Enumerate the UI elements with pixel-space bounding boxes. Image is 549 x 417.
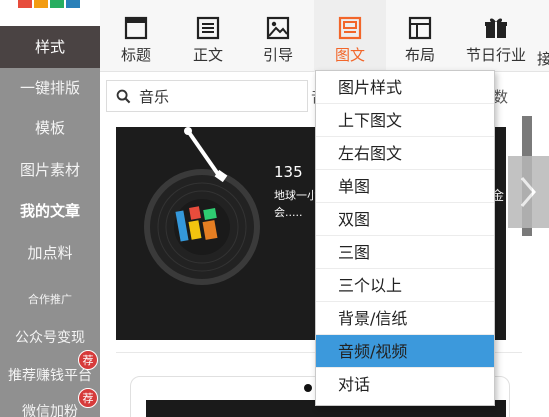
tab-label: 标题 <box>120 46 151 64</box>
tab-text[interactable]: 正文 <box>172 0 244 72</box>
search-box[interactable] <box>106 80 308 112</box>
search-input[interactable] <box>139 85 299 107</box>
tab-label: 正文 <box>192 46 223 64</box>
sidebar-item-cooperation[interactable]: 合作推广 <box>0 280 100 320</box>
tab-layout[interactable]: 布局 <box>384 0 456 72</box>
card-title: 135 <box>274 163 303 181</box>
tab-title[interactable]: 标题 <box>100 0 172 72</box>
image-guide-icon <box>266 16 290 40</box>
text-icon <box>196 16 220 40</box>
next-button[interactable] <box>508 156 549 228</box>
menu-item-dialogue[interactable]: 对话 <box>316 368 494 401</box>
menu-item-single-image[interactable]: 单图 <box>316 170 494 203</box>
sidebar-item-templates[interactable]: 模板 <box>0 108 100 148</box>
tab-label-cut[interactable]: 接 <box>537 48 549 69</box>
filter-label-cut: 数 <box>493 88 509 106</box>
top-toolbar: 标题 正文 引导 图文 布局 节日行业 <box>100 0 549 72</box>
menu-item-top-bottom[interactable]: 上下图文 <box>316 104 494 137</box>
left-sidebar: 样式 一键排版 模板 图片素材 我的文章 加点料 合作推广 公众号变现 推荐赚钱… <box>0 0 100 417</box>
gift-icon <box>485 18 507 38</box>
logo-block <box>34 0 48 8</box>
logo-block <box>18 0 32 8</box>
sidebar-item-image-assets[interactable]: 图片素材 <box>0 150 100 190</box>
recommend-badge: 荐 <box>78 350 98 370</box>
menu-item-more-than-three[interactable]: 三个以上 <box>316 269 494 302</box>
tab-label: 布局 <box>404 46 435 64</box>
search-icon <box>116 89 131 104</box>
menu-item-left-right[interactable]: 左右图文 <box>316 137 494 170</box>
chevron-right-icon <box>520 177 536 207</box>
image-text-icon <box>338 16 362 40</box>
tab-image-text[interactable]: 图文 <box>314 0 386 72</box>
sidebar-item-style[interactable]: 样式 <box>0 26 100 68</box>
logo-block <box>66 0 80 8</box>
menu-item-image-style[interactable]: 图片样式 <box>316 71 494 104</box>
menu-item-triple-image[interactable]: 三图 <box>316 236 494 269</box>
vinyl-record-icon <box>144 127 260 285</box>
card-dot <box>304 384 312 392</box>
layout-icon <box>408 16 432 40</box>
sidebar-item-my-articles[interactable]: 我的文章 <box>0 191 100 231</box>
menu-item-double-image[interactable]: 双图 <box>316 203 494 236</box>
logo <box>0 0 100 26</box>
title-icon <box>124 16 148 40</box>
tab-label: 引导 <box>262 46 293 64</box>
logo-block <box>50 0 64 8</box>
menu-item-background-letter[interactable]: 背景/信纸 <box>316 302 494 335</box>
tab-guide[interactable]: 引导 <box>242 0 314 72</box>
image-text-dropdown-menu: 图片样式 上下图文 左右图文 单图 双图 三图 三个以上 背景/信纸 音频/视频… <box>315 70 495 406</box>
menu-item-audio-video[interactable]: 音频/视频 <box>316 335 494 368</box>
recommend-badge: 荐 <box>78 388 98 408</box>
tab-label: 节日行业 <box>465 46 526 64</box>
sidebar-item-one-click-layout[interactable]: 一键排版 <box>0 68 100 108</box>
tab-holiday-industry[interactable]: 节日行业 <box>456 0 536 72</box>
sidebar-item-add-material[interactable]: 加点料 <box>0 233 100 273</box>
tab-label: 图文 <box>334 46 365 64</box>
